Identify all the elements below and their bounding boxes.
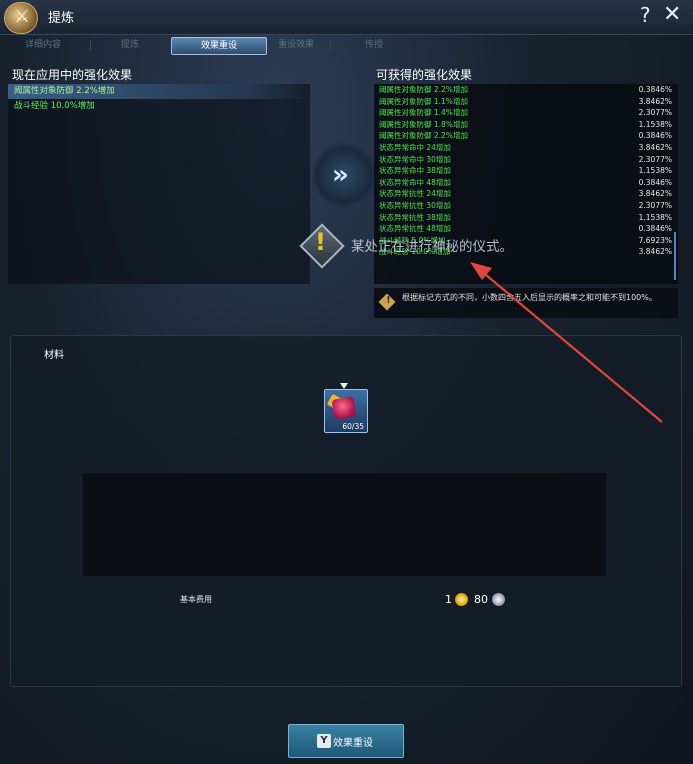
- effect-label: 状态异常抗性 24增加: [379, 189, 451, 199]
- current-effects-title: 现在应用中的强化效果: [12, 68, 133, 82]
- effect-reset-label: 效果重设: [333, 738, 373, 749]
- effect-probability: 3.8462%: [638, 142, 672, 152]
- possible-effect-row: 状态异常命中 24增加 3.8462%: [374, 142, 678, 154]
- effect-probability: 2.3077%: [638, 108, 672, 118]
- tab-reset-effect[interactable]: 重设效果: [254, 37, 338, 53]
- possible-effect-row: 阈属性对象防御 2.2%增加 0.3846%: [374, 84, 678, 96]
- current-effect-row[interactable]: 阈属性对象防御 2.2%增加: [8, 84, 310, 99]
- item-count: 60/35: [342, 422, 364, 431]
- effect-label: 状态异常抗性 30增加: [379, 200, 451, 210]
- effect-probability: 0.3846%: [638, 224, 672, 234]
- material-item-slot[interactable]: 60/35: [324, 389, 368, 433]
- probability-note: ! 根据标记方式的不同，小数四舍五入后显示的概率之和可能不到100%。: [374, 288, 678, 318]
- possible-effect-row: 阈属性对象防御 2.2%增加 0.3846%: [374, 130, 678, 142]
- red-gem-icon: [331, 396, 357, 420]
- effect-probability: 1.1538%: [638, 166, 672, 176]
- effect-probability: 2.3077%: [638, 200, 672, 210]
- sword-icon: ⚔: [4, 2, 38, 34]
- window-header: ⚔ 提炼 ? ✕: [0, 0, 693, 35]
- effect-probability: 3.8462%: [638, 189, 672, 199]
- tab-teach[interactable]: 传授: [344, 37, 404, 53]
- effect-probability: 3.8462%: [638, 96, 672, 106]
- current-effects-list: 阈属性对象防御 2.2%增加 战斗经验 10.0%增加: [8, 84, 310, 284]
- gold-cost-value: 1: [445, 593, 452, 606]
- possible-effect-row: 状态异常抗性 24增加 3.8462%: [374, 188, 678, 200]
- effect-probability: 1.1538%: [638, 119, 672, 129]
- effect-probability: 7.6923%: [638, 235, 672, 245]
- effect-label: 阈属性对象防御 1.4%增加: [379, 108, 468, 118]
- effect-probability: 3.8462%: [638, 247, 672, 257]
- possible-effects-scrollbar[interactable]: [674, 232, 676, 280]
- effect-probability: 0.3846%: [638, 177, 672, 187]
- possible-effect-row: 阈属性对象防御 1.8%增加 1.1538%: [374, 119, 678, 131]
- double-chevron-right-icon: »: [332, 160, 349, 190]
- possible-effect-row: 阈属性对象防御 1.1%增加 3.8462%: [374, 96, 678, 108]
- effect-label: 阈属性对象防御 1.1%增加: [379, 96, 468, 106]
- help-button[interactable]: ?: [640, 3, 651, 27]
- tab-effect-reset[interactable]: 效果重设: [171, 37, 267, 55]
- effect-label: 状态异常命中 38增加: [379, 166, 451, 176]
- warning-icon: !: [298, 222, 345, 269]
- possible-effect-row: 阈属性对象防御 1.4%增加 2.3077%: [374, 107, 678, 119]
- key-hint-y: Y: [317, 734, 331, 748]
- effect-label: 阈属性对象防御 2.2%增加: [379, 131, 468, 141]
- effect-label: 状态异常命中 30增加: [379, 154, 451, 164]
- effect-probability: 0.3846%: [638, 131, 672, 141]
- tab-bar: 详细内容 提炼 效果重设 重设效果 传授: [0, 36, 693, 55]
- effect-label: 状态异常抗性 38增加: [379, 212, 451, 222]
- gold-coin-icon: [455, 593, 468, 606]
- silver-coin-icon: [492, 593, 505, 606]
- possible-effect-row: 状态异常命中 48增加 0.3846%: [374, 177, 678, 189]
- tab-refine[interactable]: 提炼: [100, 37, 160, 53]
- effect-reset-button[interactable]: Y 效果重设: [288, 724, 404, 758]
- effect-probability: 1.1538%: [638, 212, 672, 222]
- effect-probability: 2.3077%: [638, 154, 672, 164]
- tab-details[interactable]: 详细内容: [8, 37, 78, 53]
- possible-effect-row: 状态异常抗性 38增加 1.1538%: [374, 212, 678, 224]
- effect-label: 状态异常命中 48增加: [379, 177, 451, 187]
- material-preview-area: [83, 473, 606, 576]
- transfer-arrow-button[interactable]: »: [312, 143, 376, 207]
- possible-effect-row: 状态异常抗性 48增加 0.3846%: [374, 223, 678, 235]
- close-button[interactable]: ✕: [663, 2, 681, 27]
- window-title: 提炼: [48, 11, 75, 26]
- current-effect-row[interactable]: 战斗经验 10.0%增加: [8, 99, 310, 114]
- possible-effect-row: 状态异常抗性 30增加 2.3077%: [374, 200, 678, 212]
- effect-label: 阈属性对象防御 1.8%增加: [379, 119, 468, 129]
- effect-label: 状态异常命中 24增加: [379, 142, 451, 152]
- info-diamond-icon: !: [378, 293, 396, 311]
- effect-label: 状态异常抗性 48增加: [379, 224, 451, 234]
- silver-cost-value: 80: [474, 593, 488, 606]
- possible-effects-title: 可获得的强化效果: [376, 68, 473, 82]
- note-text: 根据标记方式的不同，小数四舍五入后显示的概率之和可能不到100%。: [402, 293, 657, 302]
- possible-effect-row: 状态异常命中 30增加 2.3077%: [374, 154, 678, 166]
- material-title: 材料: [44, 350, 64, 361]
- effect-label: 阈属性对象防御 2.2%增加: [379, 85, 468, 94]
- tab-divider: [330, 40, 331, 50]
- possible-effect-row: 状态异常命中 38增加 1.1538%: [374, 165, 678, 177]
- cost-label: 基本费用: [180, 595, 212, 604]
- system-notification: 某处正在进行神秘的仪式。: [351, 239, 513, 255]
- effect-probability: 0.3846%: [638, 85, 672, 94]
- tab-divider: [90, 40, 91, 50]
